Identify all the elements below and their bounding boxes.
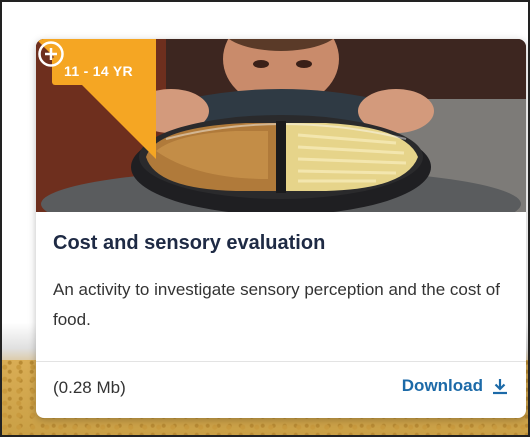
resource-card[interactable]: 11 - 14 YR Cost and sensory evaluation A… — [36, 39, 526, 418]
page-frame: 11 - 14 YR Cost and sensory evaluation A… — [0, 0, 530, 437]
plus-circle-icon[interactable] — [36, 39, 66, 69]
download-icon — [493, 379, 507, 395]
card-title: Cost and sensory evaluation — [53, 232, 326, 254]
card-divider — [36, 361, 526, 362]
hero-image: 11 - 14 YR — [36, 39, 526, 212]
file-size: (0.28 Mb) — [53, 378, 126, 397]
card-description: An activity to investigate sensory perce… — [53, 280, 500, 329]
download-label: Download — [401, 376, 483, 395]
download-link[interactable]: Download — [402, 376, 509, 396]
